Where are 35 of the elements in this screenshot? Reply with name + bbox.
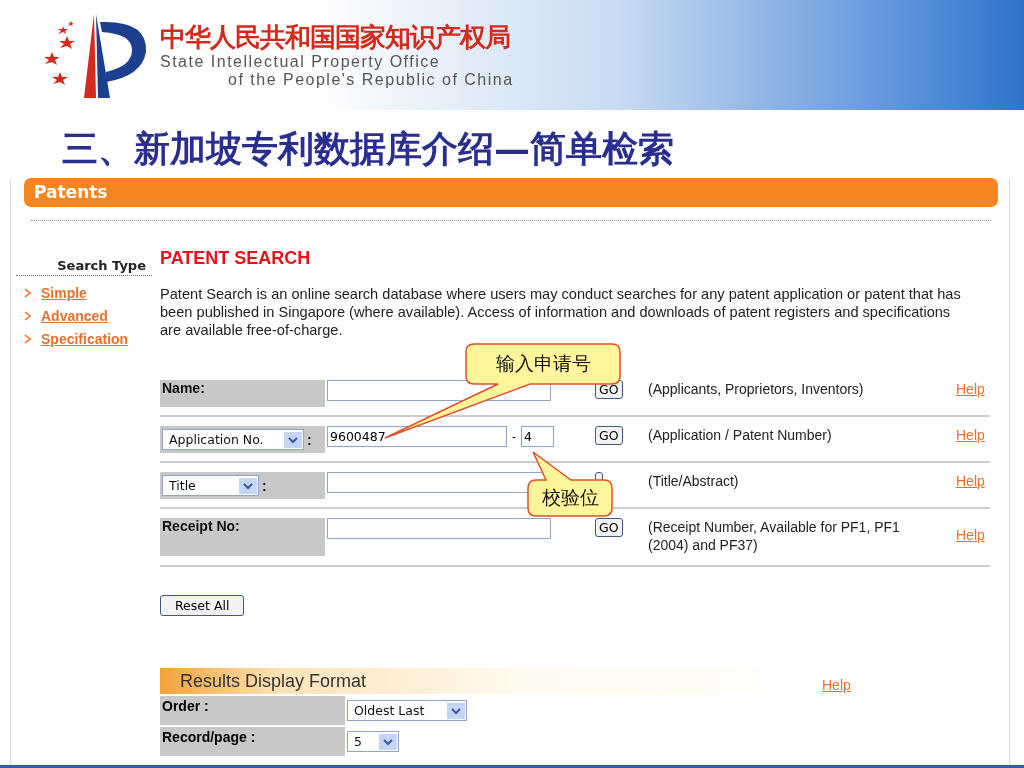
go-button[interactable]: GO (595, 518, 623, 537)
check-digit-field[interactable]: 4 (521, 426, 554, 447)
option-label: Record/page : (160, 727, 345, 756)
field-description: (Receipt Number, Available for PF1, PF1 (2004) and PF37) (648, 518, 901, 554)
intro-paragraph: Patent Search is an online search database where users may conduct searches for any patent application or patent that has been published in Singapore (where available). Access of information and downloads of patent registers and specifications are available free-of-charge. (160, 285, 962, 339)
option-label: Order : (160, 696, 345, 725)
org-name-chinese: 中华人民共和国国家知识产权局 (160, 21, 511, 53)
chevron-icon (24, 287, 32, 298)
colon: : (307, 431, 312, 448)
chevron-icon (24, 333, 32, 344)
org-name-english: of the People's Republic of China (227, 71, 514, 89)
sidebar-heading: Search Type (16, 258, 152, 276)
field-description: (Title/Abstract) (648, 472, 740, 490)
page-heading: PATENT SEARCH (160, 247, 312, 270)
reset-all-button[interactable]: Reset All (160, 595, 245, 616)
field-description: (Applicants, Proprietors, Inventors) (648, 380, 865, 398)
callout-text: 输入申请号 (494, 352, 592, 376)
field-type-dropdown[interactable]: Title (162, 475, 259, 496)
org-name-english: State Intellectual Property Office (160, 53, 442, 71)
dash: - (512, 429, 516, 444)
callout-text: 校验位 (540, 486, 600, 510)
search-input-field[interactable] (327, 518, 551, 539)
option-dropdown[interactable]: Oldest Last (347, 700, 467, 721)
field-description: (Application / Patent Number) (648, 426, 833, 444)
search-input-field[interactable]: 9600487 (327, 426, 507, 447)
field-label: Name: (160, 380, 325, 407)
results-format-bar: Results Display Format (160, 668, 760, 694)
slide-title: 三、新加坡专利数据库介绍—简单检索 (61, 126, 675, 171)
go-button[interactable]: GO (595, 426, 623, 445)
colon: : (262, 477, 267, 494)
chevron-icon (24, 310, 32, 321)
field-label: Receipt No: (160, 518, 325, 556)
field-type-dropdown[interactable]: Application No. (162, 429, 304, 450)
option-dropdown[interactable]: 5 (347, 731, 399, 752)
section-bar: Patents (24, 178, 998, 207)
